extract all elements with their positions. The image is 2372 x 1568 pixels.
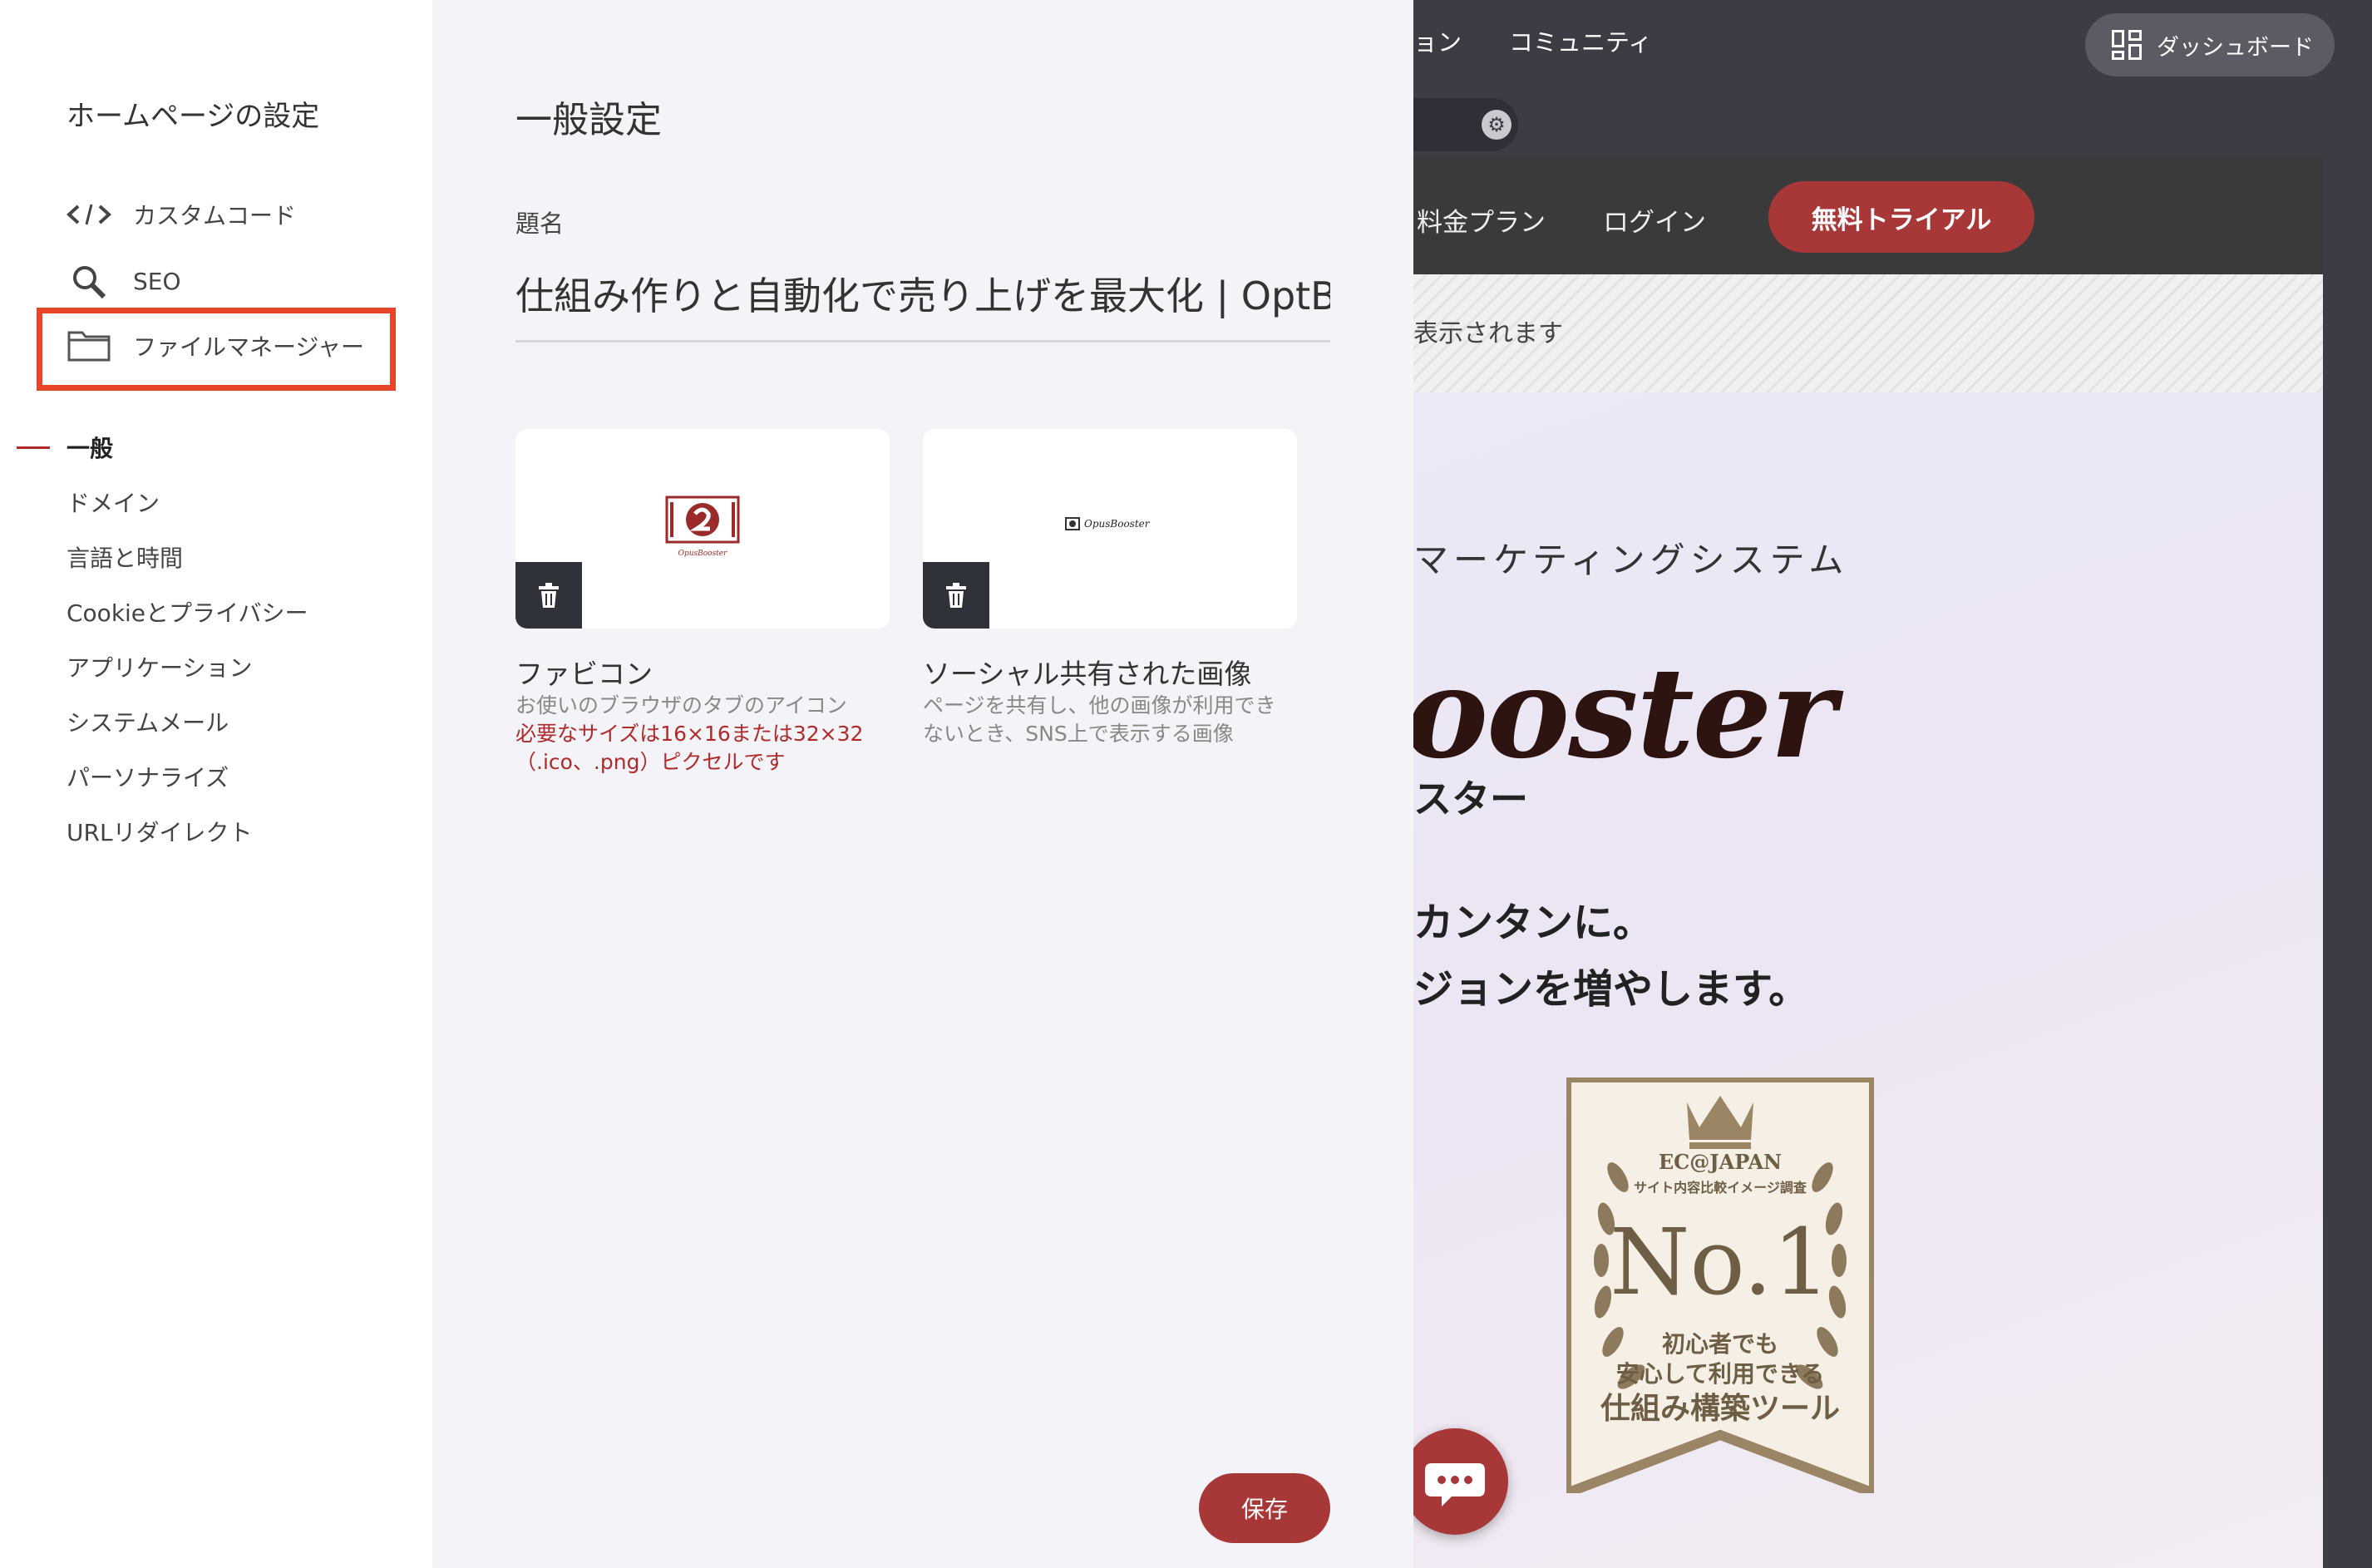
site-content: 料金プラン ログイン 無料トライアル 表示されます マーケティングシステム oo… [1413,158,2323,1568]
sidebar-item-cookie-privacy[interactable]: Cookieとプライバシー [67,595,308,629]
code-icon [67,198,111,231]
search-icon [67,264,111,298]
social-image-title: ソーシャル共有された画像 [923,658,1252,690]
nav-link-partial[interactable]: ョン [1413,23,1462,58]
general-settings-panel: 一般設定 題名 仕組み作りと自動化で売り上げを最大化 | OptBooster … [432,0,1413,1568]
site-link-plans[interactable]: 料金プラン [1417,201,1546,239]
sidebar-item-general[interactable]: 一般 [67,431,113,464]
delete-favicon-button[interactable] [515,562,582,629]
active-indicator [17,446,50,449]
chat-button[interactable] [1402,1428,1508,1535]
award-badge: EC@JAPAN サイト内容比較イメージ調査 No.1 初心者でも 安心して利用… [1566,1077,1874,1493]
highlight-annotation [37,308,396,391]
favicon-description: お使いのブラウザのタブのアイコン 必要なサイズは16×16または32×32 （.… [515,692,863,777]
sidebar-tool-label: カスタムコード [133,202,297,229]
favicon-format-warning: （.ico、.png）ピクセルです [515,750,786,774]
site-header: 料金プラン ログイン 無料トライアル [1413,158,2323,274]
favicon-desc-line: お使いのブラウザのタブのアイコン [515,693,847,717]
sidebar-tool-seo[interactable]: SEO [67,264,181,298]
badge-rank: No.1 [1610,1209,1831,1315]
sidebar-title: ホームページの設定 [67,100,320,133]
sidebar-item-domain[interactable]: ドメイン [67,486,160,519]
trash-icon [539,583,559,608]
title-field-label: 題名 [515,210,565,238]
social-image-description: ページを共有し、他の画像が利用でき ないとき、SNS上で表示する画像 [923,692,1276,748]
favicon-card[interactable]: OpusBooster [515,429,890,629]
badge-org: EC@JAPAN [1659,1150,1782,1174]
favicon-thumbnail: OpusBooster [665,496,740,558]
editor-top-nav: ョン コミュニティ ダッシュボード [1413,0,2372,83]
social-image-thumbnail: OpusBooster [1065,517,1151,530]
sidebar-item-language-time[interactable]: 言語と時間 [67,540,183,574]
sidebar-item-url-redirect[interactable]: URLリダイレクト [67,815,253,848]
dashboard-label: ダッシュボード [2157,34,2314,61]
dashboard-button[interactable]: ダッシュボード [2085,13,2335,76]
badge-survey: サイト内容比較イメージ調査 [1634,1180,1807,1196]
social-desc-line-1: ページを共有し、他の画像が利用でき [923,693,1276,717]
favicon-title: ファビコン [515,658,653,690]
delete-social-image-button[interactable] [923,562,989,629]
site-logo-kana: スター [1413,777,1528,821]
social-image-card[interactable]: OpusBooster [923,429,1297,629]
free-trial-button[interactable]: 無料トライアル [1768,181,2034,253]
placeholder-strip: 表示されます [1413,274,2323,392]
favicon-caption: OpusBooster [678,550,728,558]
sidebar-tool-custom-code[interactable]: カスタムコード [67,198,296,231]
site-headline-2: ジョンを増やします。 [1413,966,1809,1013]
social-thumb-text: OpusBooster [1084,518,1151,530]
badge-text-2: 安心して利用できる [1616,1360,1825,1388]
site-subtitle: マーケティングシステム [1413,540,1849,580]
chat-bubble-icon [1425,1463,1485,1506]
title-field[interactable]: 仕組み作りと自動化で売り上げを最大化 | OptBooster [515,266,1330,343]
site-headline-1: カンタンに。 [1413,900,1654,946]
social-desc-line-2: ないとき、SNS上で表示する画像 [923,722,1234,746]
sidebar-item-personalize[interactable]: パーソナライズ [67,760,229,793]
sidebar-item-system-mail[interactable]: システムメール [67,705,229,738]
site-link-login[interactable]: ログイン [1603,201,1706,239]
nav-link-community[interactable]: コミュニティ [1509,23,1652,58]
favicon-size-warning: 必要なサイズは16×16または32×32 [515,722,864,746]
gear-icon[interactable]: ⚙ [1482,110,1511,140]
site-logo: ooster [1413,640,1836,786]
sidebar-tool-label: SEO [133,267,181,295]
save-button[interactable]: 保存 [1199,1473,1330,1543]
site-preview: ョン コミュニティ ダッシュボード ⚙ 料金プラン ログイン 無料トライアル 表… [1413,0,2372,1568]
settings-sidebar: ホームページの設定 カスタムコード SEO ファイルマネージャー 一般 ドメイン… [0,0,432,1568]
dashboard-icon [2112,30,2142,60]
badge-text-1: 初心者でも [1662,1330,1778,1358]
trash-icon [946,583,966,608]
page-title: 一般設定 [515,99,662,141]
badge-text-3: 仕組み構築ツール [1600,1391,1840,1426]
sidebar-item-applications[interactable]: アプリケーション [67,650,252,683]
placeholder-text: 表示されます [1413,319,1563,348]
